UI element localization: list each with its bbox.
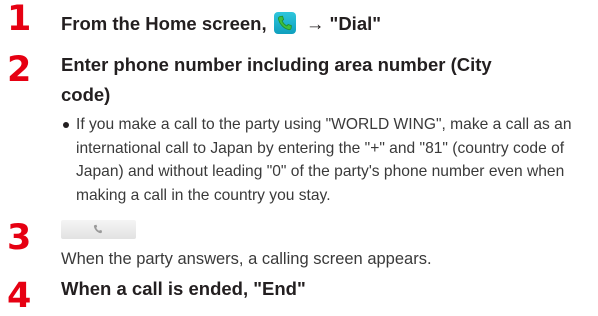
step-3-description: When the party answers, a calling screen… xyxy=(61,250,432,268)
step-2-title-line2: code) xyxy=(61,84,111,105)
step-4-number: 4 xyxy=(7,276,32,316)
step-3-number: 3 xyxy=(7,218,32,258)
step-4-title: When a call is ended, "End" xyxy=(61,278,306,299)
phone-handset-glyph xyxy=(277,15,292,31)
step-2-note: If you make a call to the party using "W… xyxy=(76,116,572,204)
step-2-title-line1: Enter phone number including area number… xyxy=(61,54,492,75)
step-1-title-suffix: → "Dial" xyxy=(305,13,382,34)
step-1-number: 1 xyxy=(7,0,32,39)
phone-icon[interactable] xyxy=(273,12,296,34)
call-button[interactable] xyxy=(61,220,136,239)
step-1-title-prefix: From the Home screen, xyxy=(61,13,267,34)
step-1-title: From the Home screen, → "Dial" xyxy=(61,12,381,34)
step-2-number: 2 xyxy=(7,50,32,90)
call-button-icon xyxy=(93,224,102,234)
bullet-marker xyxy=(63,122,69,128)
